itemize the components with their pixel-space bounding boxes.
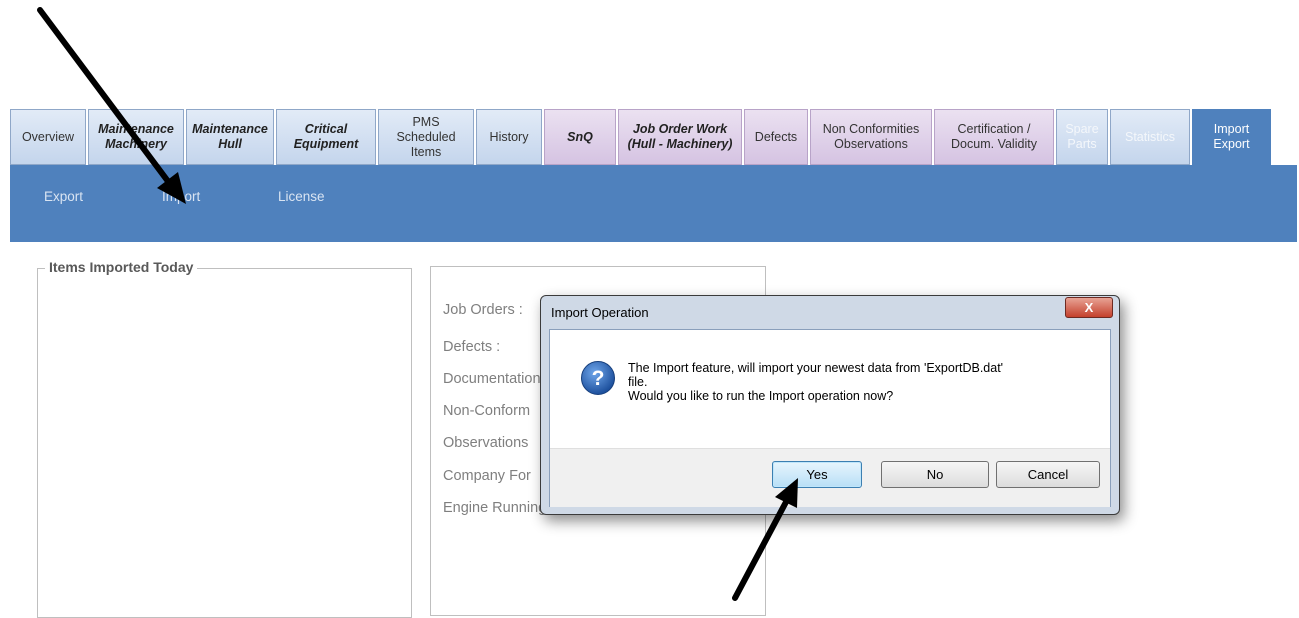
- arrow-to-yes-icon: [732, 478, 798, 601]
- arrow-to-import-icon: [37, 7, 186, 204]
- annotation-arrows: [37, 7, 798, 601]
